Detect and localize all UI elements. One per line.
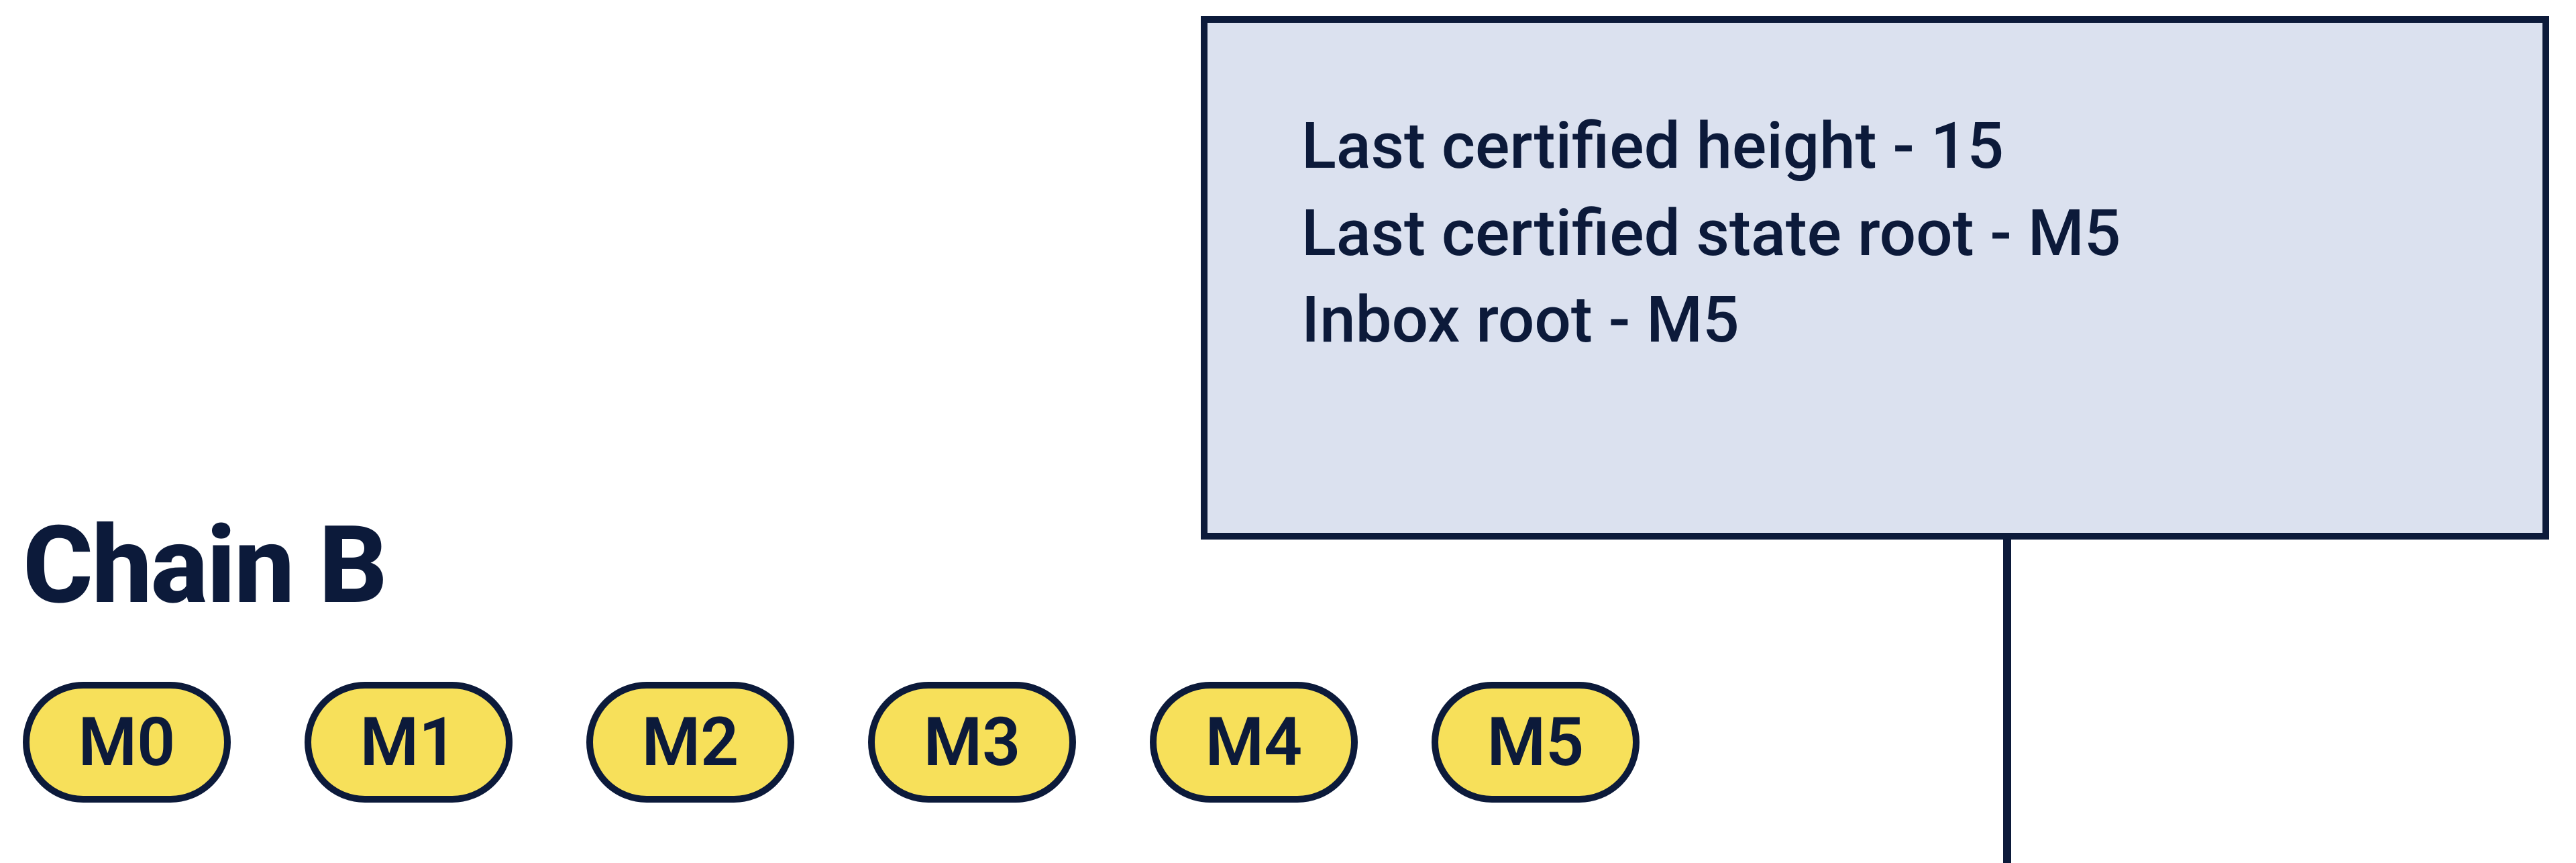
panel-connector-line — [2003, 540, 2011, 863]
message-pill: M5 — [1432, 682, 1640, 803]
message-row: M0 M1 M2 M3 M4 M5 — [23, 682, 1640, 803]
chain-title: Chain B — [23, 513, 386, 620]
message-pill: M4 — [1150, 682, 1358, 803]
info-panel: Last certified height - 15 Last certifie… — [1201, 16, 2549, 540]
info-certified-state-root: Last certified state root - M5 — [1301, 191, 2449, 278]
message-pill: M3 — [868, 682, 1076, 803]
message-pill: M2 — [586, 682, 794, 803]
message-pill: M1 — [305, 682, 513, 803]
info-inbox-root: Inbox root - M5 — [1301, 277, 2449, 364]
info-certified-height: Last certified height - 15 — [1301, 103, 2449, 191]
message-pill: M0 — [23, 682, 231, 803]
